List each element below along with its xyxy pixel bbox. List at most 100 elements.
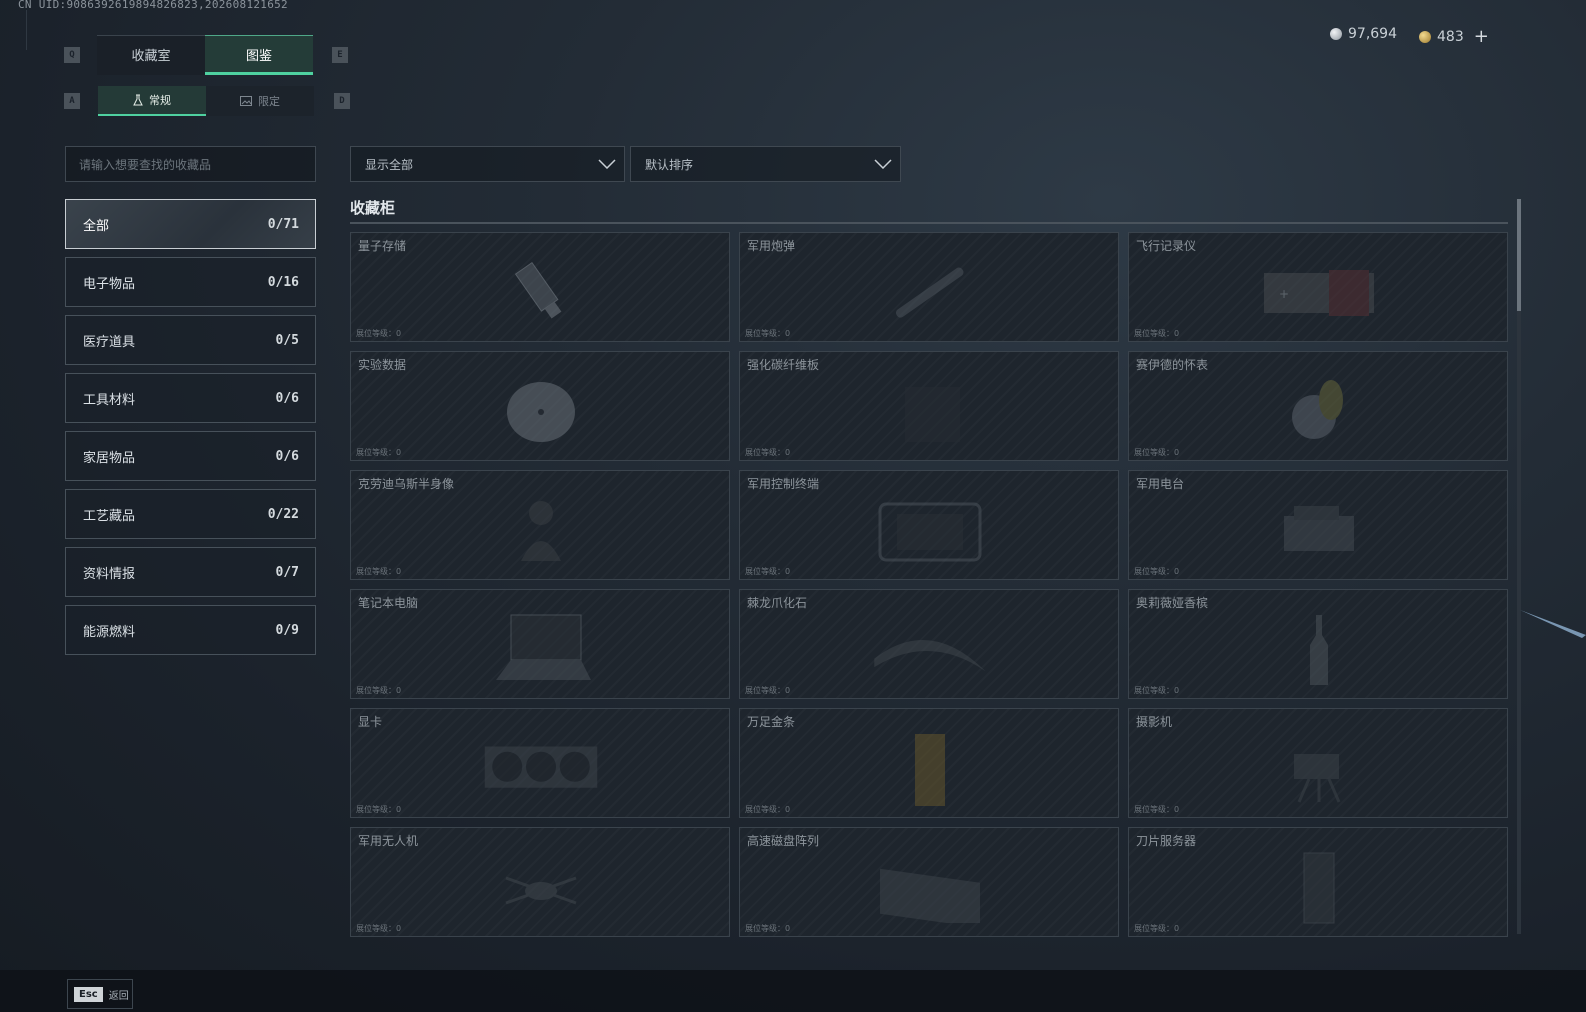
section-title: 收藏柜 [350,199,396,217]
item-card[interactable]: 飞行记录仪 + 展位等级：0 [1128,232,1508,342]
item-card[interactable]: 军用炮弹 展位等级：0 [739,232,1119,342]
category-count: 0/71 [267,216,299,232]
flask-icon [133,94,143,106]
silver-coin-icon [1330,28,1342,40]
category-label: 家居物品 [83,450,136,466]
category-energy[interactable]: 能源燃料 0/9 [65,605,316,655]
category-label: 资料情报 [83,566,136,582]
category-label: 能源燃料 [83,624,136,640]
subtab-limited[interactable]: 限定 [206,86,314,116]
item-name: 军用无人机 [358,834,419,848]
item-level: 展位等级：0 [1134,686,1180,695]
subtab-regular-label: 常规 [149,94,171,107]
key-hint-d: D [334,93,350,109]
item-card[interactable]: 摄影机 展位等级：0 [1128,708,1508,818]
light-flare-icon [1520,610,1586,638]
item-level: 展位等级：0 [745,686,791,695]
item-level: 展位等级：0 [356,448,402,457]
sort-value: 默认排序 [645,157,694,172]
item-card[interactable]: 量子存储 展位等级：0 [350,232,730,342]
back-button[interactable]: Esc 返回 [67,979,133,1009]
fossil-claw-icon [870,608,990,692]
tab-catalog[interactable]: 图鉴 [205,35,313,75]
search-input[interactable]: 请输入想要查找的收藏品 [65,146,316,182]
camera-icon [1259,727,1379,811]
item-name: 赛伊德的怀表 [1136,358,1209,372]
item-card[interactable]: 军用电台 展位等级：0 [1128,470,1508,580]
gold-currency: 483 + [1419,26,1489,47]
tab-collection-room[interactable]: 收藏室 [97,35,205,75]
category-crafts[interactable]: 工艺藏品 0/22 [65,489,316,539]
item-card[interactable]: 赛伊德的怀表 展位等级：0 [1128,351,1508,461]
silver-amount: 97,694 [1348,26,1397,42]
key-hint-q: Q [64,47,80,63]
item-name: 强化碳纤维板 [747,358,820,372]
item-level: 展位等级：0 [356,567,402,576]
category-count: 0/9 [275,622,299,638]
laptop-icon [481,608,601,692]
item-card[interactable]: 笔记本电脑 展位等级：0 [350,589,730,699]
item-level: 展位等级：0 [1134,924,1180,933]
main-tabs: 收藏室 图鉴 [97,35,313,75]
category-list: 全部 0/71 电子物品 0/16 医疗道具 0/5 工具材料 0/6 家居物品… [65,199,316,663]
uid-text: CN UID:9086392619894826823,20260812165​2 [18,0,288,11]
item-name: 万足金条 [747,715,796,729]
bottle-icon [1259,608,1379,692]
item-card[interactable]: 万足金条 展位等级：0 [739,708,1119,818]
subtab-limited-label: 限定 [258,95,280,108]
pocket-watch-icon [1259,370,1379,454]
item-card[interactable]: 高速磁盘阵列 展位等级：0 [739,827,1119,937]
item-card[interactable]: 实验数据 展位等级：0 [350,351,730,461]
category-count: 0/16 [267,274,299,290]
item-card[interactable]: 军用控制终端 展位等级：0 [739,470,1119,580]
category-count: 0/7 [275,564,299,580]
category-tools[interactable]: 工具材料 0/6 [65,373,316,423]
item-level: 展位等级：0 [356,329,402,338]
shell-icon [870,251,990,335]
section-divider [350,222,1508,224]
item-level: 展位等级：0 [745,329,791,338]
filter-dropdown[interactable]: 显示全部 [350,146,625,182]
sort-dropdown[interactable]: 默认排序 [630,146,901,182]
item-level: 展位等级：0 [1134,329,1180,338]
item-level: 展位等级：0 [745,448,791,457]
svg-text:+: + [1279,287,1289,301]
scrollbar[interactable] [1517,199,1521,934]
category-all[interactable]: 全部 0/71 [65,199,316,249]
add-currency-button[interactable]: + [1474,26,1489,47]
item-card[interactable]: 棘龙爪化石 展位等级：0 [739,589,1119,699]
item-card[interactable]: 刀片服务器 展位等级：0 [1128,827,1508,937]
subtab-regular[interactable]: 常规 [98,86,206,116]
category-intel[interactable]: 资料情报 0/7 [65,547,316,597]
radio-icon [1259,489,1379,573]
scrollbar-thumb[interactable] [1517,199,1521,311]
gold-coin-icon [1419,30,1431,43]
item-card[interactable]: 奥莉薇娅香槟 展位等级：0 [1128,589,1508,699]
category-medical[interactable]: 医疗道具 0/5 [65,315,316,365]
category-count: 0/6 [275,448,299,464]
usb-drive-icon [481,251,601,335]
disk-array-icon [870,846,990,930]
item-grid: 量子存储 展位等级：0 军用炮弹 展位等级：0 飞行记录仪 + 展位等级：0 实… [350,232,1508,937]
item-name: 摄影机 [1136,715,1173,729]
category-household[interactable]: 家居物品 0/6 [65,431,316,481]
category-count: 0/6 [275,390,299,406]
category-electronics[interactable]: 电子物品 0/16 [65,257,316,307]
item-name: 奥莉薇娅香槟 [1136,596,1209,610]
item-card[interactable]: 克劳迪乌斯半身像 展位等级：0 [350,470,730,580]
back-label: 返回 [108,990,129,1002]
item-name: 高速磁盘阵列 [747,834,820,848]
item-card[interactable]: 强化碳纤维板 展位等级：0 [739,351,1119,461]
item-card[interactable]: 显卡 展位等级：0 [350,708,730,818]
category-label: 医疗道具 [83,334,136,350]
drone-icon [481,846,601,930]
item-name: 克劳迪乌斯半身像 [358,477,455,491]
item-card[interactable]: 军用无人机 展位等级：0 [350,827,730,937]
item-name: 军用电台 [1136,477,1185,491]
chevron-down-icon [596,153,618,175]
flight-recorder-icon: + [1259,251,1379,335]
blade-server-icon [1259,846,1379,930]
item-level: 展位等级：0 [356,686,402,695]
item-name: 军用炮弹 [747,239,796,253]
item-level: 展位等级：0 [1134,805,1180,814]
